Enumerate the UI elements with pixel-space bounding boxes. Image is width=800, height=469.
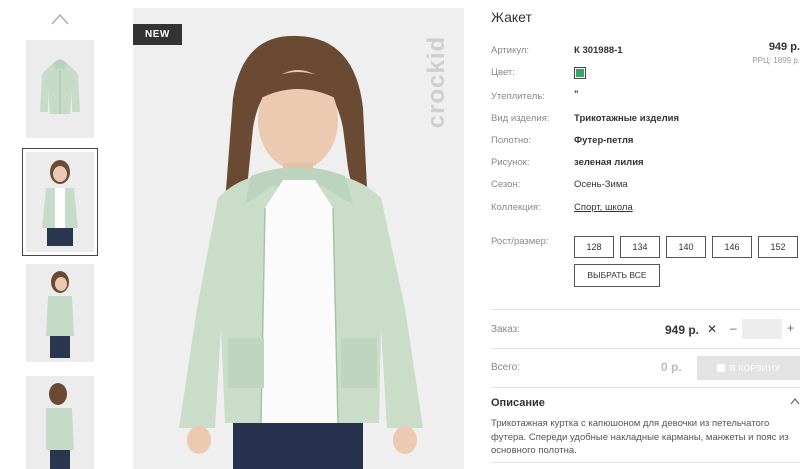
product-price: 949 р. — [768, 41, 800, 53]
product-info: Жакет 949 р. РРЦ: 1899 р. Артикул: К 301… — [491, 0, 800, 469]
quantity-input[interactable] — [742, 319, 782, 339]
color-swatch[interactable] — [574, 67, 586, 79]
insulation-label: Утеплитель: — [491, 91, 545, 102]
chevron-up-icon[interactable] — [790, 397, 800, 405]
quantity-decrease-button[interactable]: – — [730, 321, 737, 335]
season-value: Осень-Зима — [574, 179, 628, 190]
description-text: Трикотажная куртка с капюшоном для девоч… — [491, 418, 789, 456]
add-to-cart-label: В КОРЗИНУ — [729, 363, 781, 373]
product-photo — [133, 8, 464, 469]
divider — [491, 462, 800, 463]
thumbnail-front-selected[interactable] — [22, 148, 98, 256]
select-all-sizes-button[interactable]: ВЫБРАТЬ ВСЕ — [574, 264, 660, 287]
size-option-134[interactable]: 134 — [620, 236, 660, 258]
color-label: Цвет: — [491, 67, 515, 78]
thumbnail-back[interactable] — [26, 376, 94, 469]
total-label: Всего: — [491, 362, 520, 373]
size-option-128[interactable]: 128 — [574, 236, 614, 258]
fabric-label: Полотно: — [491, 135, 532, 146]
order-price: 949 р. — [665, 323, 700, 337]
insulation-value: " — [574, 89, 579, 100]
pattern-label: Рисунок: — [491, 157, 530, 168]
description-title: Описание — [491, 397, 545, 409]
new-badge: NEW — [133, 24, 182, 45]
thumbnail-side[interactable] — [26, 264, 94, 362]
add-to-cart-button[interactable]: В КОРЗИНУ — [697, 356, 800, 380]
item-type-value: Трикотажные изделия — [574, 113, 680, 124]
article-label: Артикул: — [491, 45, 530, 56]
rrp-price: РРЦ: 1899 р. — [752, 56, 800, 65]
times-icon: ✕ — [707, 322, 718, 336]
product-title: Жакет — [491, 9, 532, 25]
total-value: 0 р. — [661, 360, 682, 374]
size-option-152[interactable]: 152 — [758, 236, 798, 258]
divider — [491, 348, 800, 349]
thumbnail-jacket[interactable] — [26, 40, 94, 138]
article-value: К 301988-1 — [574, 45, 623, 56]
pattern-value: зеленая лилия — [574, 157, 644, 168]
chevron-up-icon[interactable] — [50, 12, 70, 26]
divider — [491, 387, 800, 388]
fabric-value: Футер-петля — [574, 135, 634, 146]
thumbnail-strip — [0, 0, 120, 469]
brand-watermark: crockid — [423, 35, 450, 129]
divider — [491, 309, 800, 310]
item-type-label: Вид изделия: — [491, 113, 550, 124]
size-option-146[interactable]: 146 — [712, 236, 752, 258]
collection-label: Коллекция: — [491, 202, 541, 213]
main-product-image[interactable]: NEW crockid — [133, 8, 464, 469]
size-label: Рост/размер: — [491, 236, 549, 247]
shopping-bag-icon — [716, 364, 725, 372]
size-option-140[interactable]: 140 — [666, 236, 706, 258]
season-label: Сезон: — [491, 179, 521, 190]
order-label: Заказ: — [491, 324, 521, 335]
color-swatch-fill — [576, 69, 584, 77]
collection-link[interactable]: Спорт, школа — [574, 202, 633, 213]
quantity-increase-button[interactable]: + — [787, 321, 794, 335]
